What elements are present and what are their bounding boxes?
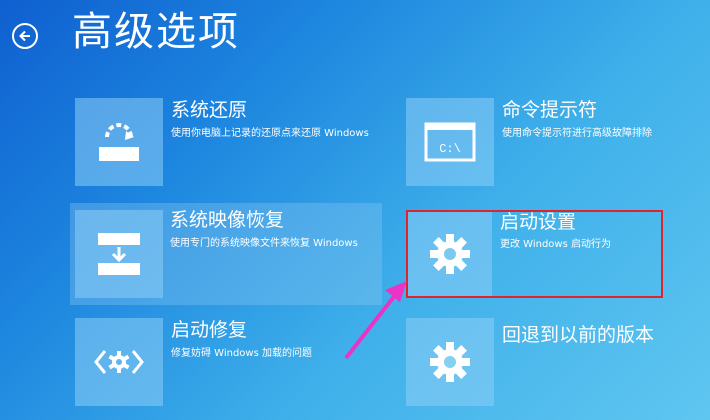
option-startup-repair[interactable]: 启动修复 修复妨碍 Windows 加载的问题 [75,318,385,406]
option-description: 使用专门的系统映像文件来恢复 Windows [170,238,358,249]
restore-icon [99,123,139,161]
option-tile: C:\ [406,98,494,186]
option-tile [75,318,163,406]
option-tile [75,210,163,298]
option-startup-settings[interactable]: 启动设置 更改 Windows 启动行为 [408,211,658,296]
option-title: 系统还原 [171,99,248,121]
back-arrow-icon [19,30,30,42]
page-title: 高级选项 [72,9,240,55]
option-title: 系统映像恢复 [170,209,285,231]
back-button[interactable] [12,23,38,49]
cmd-prompt-glyph: C:\ [439,142,461,156]
option-go-back-previous-version[interactable]: 回退到以前的版本 [406,318,706,406]
option-tile [408,212,492,296]
command-prompt-icon: C:\ [424,122,476,162]
option-title: 命令提示符 [502,99,598,121]
startup-repair-icon [94,350,144,374]
option-system-restore[interactable]: 系统还原 使用你电脑上记录的还原点来还原 Windows [75,98,385,186]
option-title: 回退到以前的版本 [502,324,655,346]
gear-icon [430,342,470,382]
option-description: 使用命令提示符进行高级故障排除 [502,128,652,139]
option-description: 使用你电脑上记录的还原点来还原 Windows [171,128,369,139]
option-description: 更改 Windows 启动行为 [500,239,611,250]
option-title: 启动设置 [500,211,577,233]
option-tile [75,98,163,186]
option-title: 启动修复 [171,319,248,341]
gear-icon [430,234,470,274]
image-recovery-icon [98,233,140,275]
option-tile [406,318,494,406]
option-system-image-recovery[interactable]: 系统映像恢复 使用专门的系统映像文件来恢复 Windows [70,203,382,305]
option-command-prompt[interactable]: C:\ 命令提示符 使用命令提示符进行高级故障排除 [406,98,706,186]
option-description: 修复妨碍 Windows 加载的问题 [171,348,312,359]
